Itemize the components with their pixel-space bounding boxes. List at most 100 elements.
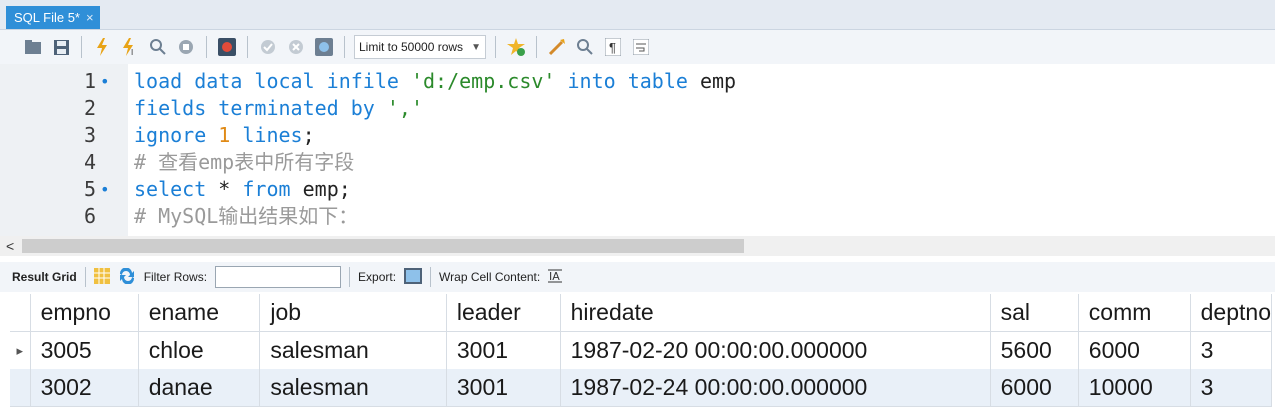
save-icon[interactable] [50, 36, 72, 58]
cell-comm[interactable]: 10000 [1078, 369, 1191, 407]
toolbar-separator [81, 36, 82, 58]
code-line[interactable]: 3 ignore 1 lines; [0, 122, 1275, 149]
cell-job[interactable]: salesman [259, 331, 447, 369]
tab-sql-file-5[interactable]: SQL File 5* × [6, 6, 100, 29]
execute-current-icon[interactable]: I [119, 36, 141, 58]
code-token: emp [699, 69, 737, 93]
code-token: # MySQL输出结果如下： [134, 204, 359, 228]
code-line[interactable]: 6 # MySQL输出结果如下： [0, 203, 1275, 230]
toolbar-separator [206, 36, 207, 58]
code-text: select * from emp; [134, 176, 351, 203]
code-token: select [134, 177, 219, 201]
cell-leader[interactable]: 3001 [446, 331, 561, 369]
code-line[interactable]: 1 • load data local infile 'd:/emp.csv' in… [0, 68, 1275, 95]
line-number: 2 [83, 96, 96, 120]
line-number: 6 [83, 204, 96, 228]
scrollbar-thumb[interactable] [22, 239, 744, 253]
tab-bar: SQL File 5* × [0, 0, 1275, 30]
filter-rows-label: Filter Rows: [143, 270, 208, 284]
cell-ename[interactable]: danae [138, 369, 261, 407]
find-icon[interactable] [574, 36, 596, 58]
code-text: # MySQL输出结果如下： [134, 203, 358, 230]
line-number: 3 [83, 123, 96, 147]
line-number: 5 [83, 177, 96, 201]
code-token: into table [555, 69, 700, 93]
row-marker-header [10, 294, 31, 332]
export-icon[interactable] [404, 267, 423, 287]
tab-title: SQL File 5* [14, 10, 80, 25]
line-number: 1 [83, 69, 96, 93]
cell-deptno[interactable]: 3 [1190, 331, 1273, 369]
code-line[interactable]: 2 fields terminated by ',' [0, 95, 1275, 122]
cell-empno[interactable]: 3005 [30, 331, 139, 369]
table-row[interactable]: 3002 danae salesman 3001 1987-02-24 00:00:00… [10, 369, 1273, 407]
column-header-comm[interactable]: comm [1078, 294, 1191, 332]
code-text: fields terminated by ',' [134, 95, 423, 122]
rollback-icon[interactable] [285, 36, 307, 58]
limit-rows-select[interactable]: Limit to 50000 rows ▼ [354, 35, 486, 59]
cell-hiredate[interactable]: 1987-02-24 00:00:00.000000 [560, 369, 991, 407]
result-grid-label[interactable]: Result Grid [12, 270, 77, 284]
beautify-icon[interactable] [546, 36, 568, 58]
chevron-down-icon: ▼ [471, 41, 481, 53]
cell-sal[interactable]: 6000 [990, 369, 1079, 407]
table-row[interactable]: ▸ 3005 chloe salesman 3001 1987-02-20 00:00:0… [10, 331, 1273, 369]
cell-job[interactable]: salesman [259, 369, 447, 407]
svg-text:¶: ¶ [609, 40, 616, 55]
column-header-sal[interactable]: sal [990, 294, 1079, 332]
result-grid[interactable]: empno ename job leader hiredate sal comm deptno… [10, 294, 1273, 407]
code-line[interactable]: 4 # 查看emp表中所有字段 [0, 149, 1275, 176]
row-marker-icon[interactable] [10, 369, 31, 407]
commit-icon[interactable] [257, 36, 279, 58]
toolbar-separator [84, 267, 86, 287]
autocommit-icon[interactable] [313, 36, 335, 58]
cell-sal[interactable]: 5600 [990, 331, 1079, 369]
code-token: * [218, 177, 243, 201]
svg-text:I: I [131, 48, 133, 56]
toggle-continue-icon[interactable] [216, 36, 238, 58]
code-token: ignore [134, 123, 219, 147]
column-header-leader[interactable]: leader [446, 294, 561, 332]
cell-comm[interactable]: 6000 [1078, 331, 1191, 369]
column-header-deptno[interactable]: deptno [1190, 294, 1273, 332]
code-token: fields terminated by [134, 96, 387, 120]
filter-rows-icon[interactable] [118, 266, 136, 287]
editor-toolbar: I Limit to 50000 rows ▼ ¶ [0, 30, 1275, 64]
sql-editor[interactable]: 1 • load data local infile 'd:/emp.csv' in… [0, 64, 1275, 236]
code-token: emp; [302, 177, 351, 201]
toolbar-separator [430, 267, 432, 287]
cell-ename[interactable]: chloe [138, 331, 261, 369]
toolbar-separator [344, 36, 345, 58]
wrap-cell-icon[interactable]: IA [548, 269, 563, 286]
code-token: # 查看emp表中所有字段 [134, 150, 355, 174]
wrap-lines-icon[interactable] [630, 36, 652, 58]
filter-rows-input[interactable] [215, 266, 342, 288]
execute-icon[interactable] [91, 36, 113, 58]
row-marker-icon[interactable]: ▸ [10, 331, 31, 369]
export-label: Export: [358, 270, 397, 284]
cell-leader[interactable]: 3001 [446, 369, 561, 407]
horizontal-scrollbar[interactable]: < [0, 236, 1275, 256]
column-header-job[interactable]: job [259, 294, 447, 332]
code-token: lines [230, 123, 303, 147]
open-folder-icon[interactable] [22, 36, 44, 58]
invisible-chars-icon[interactable]: ¶ [602, 36, 624, 58]
explain-icon[interactable] [147, 36, 169, 58]
cell-empno[interactable]: 3002 [30, 369, 139, 407]
stop-icon[interactable] [175, 36, 197, 58]
code-token: 1 [218, 123, 231, 147]
column-header-ename[interactable]: ename [138, 294, 261, 332]
code-token: 'd:/emp.csv' [410, 69, 556, 93]
grid-view-icon[interactable] [93, 267, 110, 287]
code-line[interactable]: 5 • select * from emp; [0, 176, 1275, 203]
column-header-empno[interactable]: empno [30, 294, 139, 332]
cell-deptno[interactable]: 3 [1190, 369, 1273, 407]
code-token: load data local infile [134, 69, 411, 93]
tab-close-icon[interactable]: × [86, 6, 94, 29]
cell-hiredate[interactable]: 1987-02-20 00:00:00.000000 [560, 331, 991, 369]
column-header-hiredate[interactable]: hiredate [560, 294, 991, 332]
add-snippet-icon[interactable] [505, 36, 527, 58]
limit-rows-label: Limit to 50000 rows [359, 40, 464, 54]
statement-marker-icon: • [100, 72, 110, 91]
scroll-left-icon[interactable]: < [6, 236, 14, 256]
